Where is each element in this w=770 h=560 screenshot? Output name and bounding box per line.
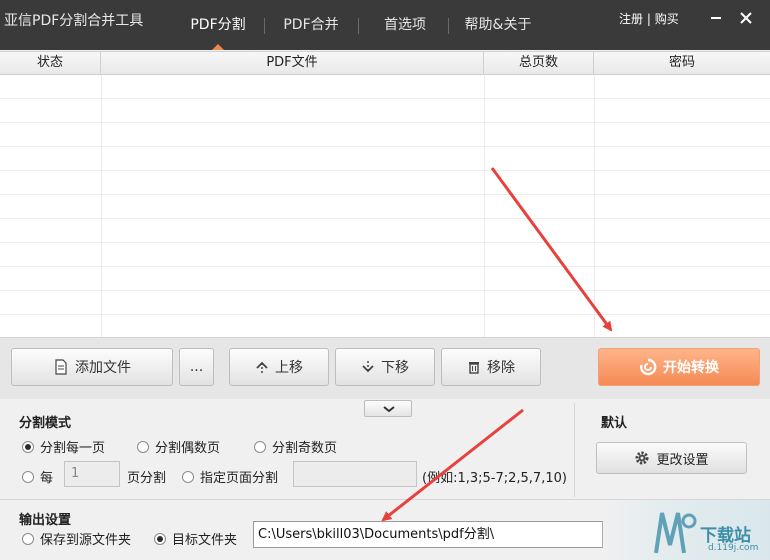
- radio-label: 指定页面分割: [200, 471, 279, 486]
- output-path-input[interactable]: C:\Users\bkill03\Documents\pdf分割\: [253, 521, 603, 548]
- link-separator: |: [646, 12, 651, 26]
- radio-button[interactable]: [154, 532, 166, 545]
- arrow-down-icon: [362, 361, 374, 373]
- column-header-password[interactable]: 密码: [594, 52, 770, 74]
- radio-split-even-pages[interactable]: 分割偶数页: [137, 437, 220, 456]
- defaults-title: 默认: [601, 416, 628, 431]
- radio-label: 每: [40, 471, 54, 486]
- radio-split-odd-pages[interactable]: 分割奇数页: [254, 437, 337, 456]
- panel-divider: [574, 403, 575, 497]
- split-mode-title: 分割模式: [19, 416, 72, 431]
- specified-pages-input[interactable]: [293, 461, 417, 487]
- title-links: 注册 | 购买: [619, 10, 679, 27]
- minimize-icon[interactable]: [708, 10, 724, 26]
- column-header-total-pages[interactable]: 总页数: [484, 52, 594, 74]
- radio-label: 分割每一页: [40, 441, 106, 456]
- trash-icon: [469, 362, 479, 374]
- close-icon[interactable]: [738, 10, 754, 26]
- change-settings-button[interactable]: 更改设置: [596, 442, 747, 474]
- file-toolbar: 添加文件 ... 上移 下移 移除 开始转换: [0, 337, 770, 399]
- tab-pdf-merge[interactable]: PDF合并: [278, 0, 344, 50]
- output-settings-title: 输出设置: [19, 513, 72, 528]
- watermark-logo: [654, 512, 697, 554]
- move-up-button[interactable]: 上移: [229, 348, 329, 386]
- tab-preferences[interactable]: 首选项: [378, 0, 432, 50]
- tab-label: PDF分割: [190, 17, 246, 33]
- radio-save-to-source[interactable]: 保存到源文件夹: [22, 529, 131, 548]
- arrow-up-icon: [256, 361, 268, 373]
- tab-help-about[interactable]: 帮助&关于: [460, 0, 536, 50]
- collapse-panel-button[interactable]: [364, 400, 412, 417]
- radio-split-specified[interactable]: 指定页面分割: [182, 467, 278, 486]
- radio-target-folder[interactable]: 目标文件夹: [154, 529, 237, 548]
- buy-link[interactable]: 购买: [655, 12, 679, 26]
- watermark-url: d.119j.com: [708, 543, 759, 553]
- tab-label: 帮助&关于: [464, 17, 532, 33]
- add-file-label: 添加文件: [75, 360, 131, 376]
- title-bar: 亚信PDF分割合并工具 PDF分割 PDF合并 首选项 帮助&关于 注册 | 购…: [0, 0, 770, 50]
- change-settings-label: 更改设置: [656, 452, 709, 468]
- add-file-button[interactable]: 添加文件: [11, 348, 173, 386]
- move-down-button[interactable]: 下移: [335, 348, 435, 386]
- move-up-label: 上移: [275, 360, 303, 376]
- pages-per-split-input[interactable]: 1: [64, 461, 120, 487]
- column-divider: [594, 75, 595, 337]
- chevron-down-icon: [383, 406, 395, 413]
- file-table-header: 状态 PDF文件 总页数 密码: [0, 51, 770, 75]
- radio-label: 分割偶数页: [155, 441, 221, 456]
- refresh-icon: [640, 358, 657, 376]
- active-tab-marker: [212, 44, 224, 50]
- radio-button[interactable]: [22, 532, 34, 545]
- radio-label: 分割奇数页: [272, 441, 338, 456]
- remove-label: 移除: [487, 360, 515, 376]
- specified-pages-example: (例如:1,3;5-7;2,5,7,10): [422, 471, 567, 486]
- tab-divider: [358, 18, 359, 34]
- column-header-pdf-file[interactable]: PDF文件: [101, 52, 484, 74]
- more-options-button[interactable]: ...: [179, 348, 214, 386]
- radio-split-every-page[interactable]: 分割每一页: [22, 437, 105, 456]
- column-divider: [101, 75, 102, 337]
- column-header-status[interactable]: 状态: [0, 52, 101, 74]
- radio-label: 保存到源文件夹: [40, 533, 132, 548]
- radio-button[interactable]: [137, 440, 149, 453]
- tab-pdf-split[interactable]: PDF分割: [186, 0, 250, 50]
- radio-button[interactable]: [22, 440, 34, 453]
- app-title: 亚信PDF分割合并工具: [4, 13, 144, 29]
- tab-divider: [448, 18, 449, 34]
- document-icon: [55, 359, 67, 375]
- file-table-body[interactable]: [0, 75, 770, 337]
- tab-divider: [264, 18, 265, 34]
- gear-icon: [635, 451, 649, 465]
- start-convert-button[interactable]: 开始转换: [598, 348, 760, 386]
- pages-per-split-suffix: 页分割: [127, 471, 167, 486]
- remove-button[interactable]: 移除: [441, 348, 541, 386]
- move-down-label: 下移: [381, 360, 409, 376]
- register-link[interactable]: 注册: [619, 12, 643, 26]
- more-label: ...: [189, 359, 204, 375]
- radio-button[interactable]: [182, 470, 194, 483]
- radio-button[interactable]: [254, 440, 266, 453]
- tab-label: 首选项: [384, 17, 426, 33]
- column-divider: [484, 75, 485, 337]
- tab-label: PDF合并: [283, 17, 339, 33]
- radio-label: 目标文件夹: [172, 533, 238, 548]
- start-convert-label: 开始转换: [663, 360, 719, 376]
- radio-button[interactable]: [22, 470, 34, 483]
- radio-split-every-n[interactable]: 每: [22, 467, 53, 486]
